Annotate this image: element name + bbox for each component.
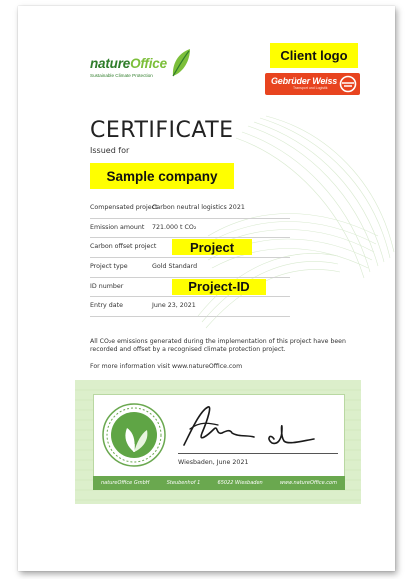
partner-name: Gebrüder Weiss [271,76,338,86]
detail-label: Emission amount [90,223,145,231]
certificate-page: natureOffice Sustainable Climate Protect… [18,6,395,571]
detail-row: Compensated project Carbon neutral logis… [90,199,290,219]
natureoffice-logo: natureOffice Sustainable Climate Protect… [90,48,200,84]
detail-label: Entry date [90,302,123,310]
detail-label: Project type [90,263,128,271]
brand-name-part1: nature [90,56,131,71]
signature-area: Wiesbaden, June 2021 [168,395,344,477]
detail-row: Entry date June 23, 2021 [90,297,290,318]
more-info-text: For more information visit www.natureOff… [90,363,243,370]
truck-wheel-icon [339,75,357,93]
offset-statement: All CO₂e emissions generated during the … [90,338,346,354]
signature-panel: Wiesbaden, June 2021 [93,394,345,478]
footer-company: natureOffice GmbH [101,480,150,486]
detail-row: Emission amount 721.000 t CO₂ [90,219,290,239]
brand-name: natureOffice [90,56,167,71]
details-list: Compensated project Carbon neutral logis… [90,199,290,318]
gebrueder-weiss-logo: Gebrüder Weiss Transport und Logistik [265,73,360,95]
footer-city: 65022 Wiesbaden [217,480,263,486]
detail-value: Gold Standard [152,263,198,271]
footer-street: Steubenhof 1 [166,480,201,486]
detail-value: Carbon neutral logistics 2021 [152,204,245,211]
detail-row: Project type Gold Standard [90,258,290,278]
detail-row: ID number Project-ID [90,278,290,298]
issued-for-label: Issued for [90,146,130,155]
certificate-title: CERTIFICATE [90,118,234,143]
detail-label: ID number [90,282,124,290]
footer-website: www.natureOffice.com [279,480,337,486]
place-and-date: Wiesbaden, June 2021 [178,459,249,466]
signature-band: Wiesbaden, June 2021 natureOffice GmbH S… [75,380,361,504]
partner-subtitle: Transport und Logistik [293,86,328,90]
detail-row: Carbon offset project Project [90,238,290,259]
detail-value: 721.000 t CO₂ [152,223,197,231]
signature-line [178,453,338,454]
brand-tagline: Sustainable Climate Protection [90,73,153,78]
detail-label: Carbon offset project [90,243,157,251]
signature-image [183,406,315,446]
project-placeholder: Project [172,239,252,256]
detail-value: June 23, 2021 [152,302,196,310]
brand-name-part2: Office [130,56,167,71]
project-id-placeholder: Project-ID [172,278,266,295]
client-logo-placeholder: Client logo [270,43,358,68]
company-name: Sample company [90,163,234,189]
seal-leaves-icon [102,403,166,467]
leaf-icon [172,49,190,77]
detail-label: Compensated project [90,204,158,211]
address-footer: natureOffice GmbH Steubenhof 1 65022 Wie… [93,476,345,490]
